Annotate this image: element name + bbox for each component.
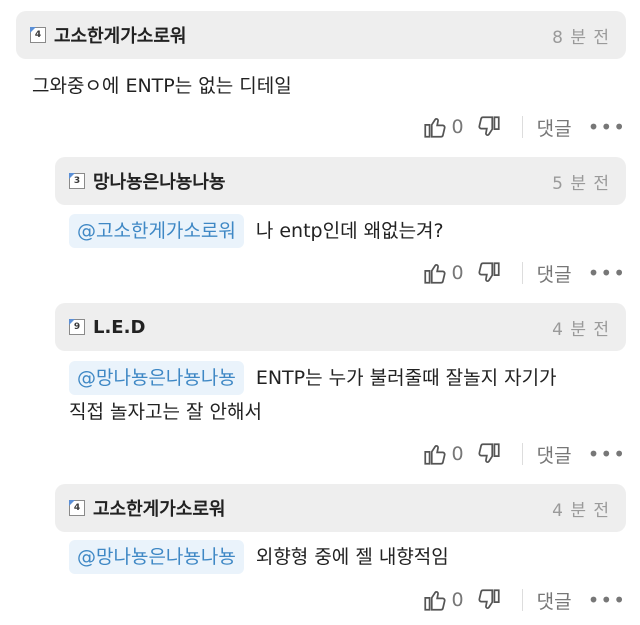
comment-text-line: 외향형 중에 젤 내향적임 [255,546,449,568]
thumbs-up-icon[interactable] [422,587,448,613]
divider [521,443,523,465]
comment-text: @망나뇽은나뇽나뇽 ENTP는 누가 불러줄때 잘놀지 자기가 직접 놀자고는 잘… [69,361,629,429]
comment-text-line: ENTP는 누가 불러줄때 잘놀지 자기가 [255,367,557,389]
comment-header: 4 고소한게가소로워 4 분 전 [55,484,626,532]
more-options-icon[interactable]: ••• [588,442,626,466]
comment-text-line: 직접 놀자고는 잘 안해서 [69,401,262,423]
timestamp: 4 분 전 [552,500,610,521]
comment-actions: 0 댓글 ••• [422,585,626,615]
comment-text-line: 그와중ㅇ에 ENTP는 없는 디테일 [32,75,292,97]
author-name[interactable]: L.E.D [93,317,145,338]
like-count: 0 [451,262,464,284]
comment-header: 9 L.E.D 4 분 전 [55,303,626,351]
thumbs-up-icon[interactable] [422,441,448,467]
comment-header: 3 망나뇽은나뇽나뇽 5 분 전 [55,157,626,205]
more-options-icon[interactable]: ••• [588,115,626,139]
thumbs-down-icon[interactable] [476,441,502,467]
author-name[interactable]: 고소한게가소로워 [93,495,225,521]
reply-button[interactable]: 댓글 [537,260,572,287]
timestamp: 8 분 전 [552,27,610,48]
thumbs-up-icon[interactable] [422,260,448,286]
comment-text: @고소한게가소로워 나 entp인데 왜없는겨? [69,214,444,248]
comment-text-line: 나 entp인데 왜없는겨? [255,220,444,242]
mention-tag[interactable]: @망나뇽은나뇽나뇽 [69,361,244,395]
level-badge-icon: 9 [69,319,85,335]
timestamp: 5 분 전 [552,173,610,194]
level-badge-icon: 4 [30,27,46,43]
like-count: 0 [451,443,464,465]
level-badge-icon: 4 [69,500,85,516]
reply-button[interactable]: 댓글 [537,114,572,141]
mention-tag[interactable]: @망나뇽은나뇽나뇽 [69,540,244,574]
timestamp: 4 분 전 [552,319,610,340]
comment-actions: 0 댓글 ••• [422,112,626,142]
more-options-icon[interactable]: ••• [588,588,626,612]
like-count: 0 [451,589,464,611]
reply-button[interactable]: 댓글 [537,587,572,614]
more-options-icon[interactable]: ••• [588,261,626,285]
comment-text: @망나뇽은나뇽나뇽 외향형 중에 젤 내향적임 [69,540,449,574]
thumbs-up-icon[interactable] [422,114,448,140]
divider [521,589,523,611]
comment-actions: 0 댓글 ••• [422,439,626,469]
mention-tag[interactable]: @고소한게가소로워 [69,214,244,248]
divider [521,116,523,138]
comment-text: 그와중ㅇ에 ENTP는 없는 디테일 [32,69,292,103]
comment-header: 4 고소한게가소로워 8 분 전 [16,11,626,59]
divider [521,262,523,284]
author-name[interactable]: 고소한게가소로워 [54,22,186,48]
reply-button[interactable]: 댓글 [537,441,572,468]
thumbs-down-icon[interactable] [476,260,502,286]
author-name[interactable]: 망나뇽은나뇽나뇽 [93,168,225,194]
level-badge-icon: 3 [69,173,85,189]
thumbs-down-icon[interactable] [476,114,502,140]
comment-actions: 0 댓글 ••• [422,258,626,288]
thumbs-down-icon[interactable] [476,587,502,613]
like-count: 0 [451,116,464,138]
